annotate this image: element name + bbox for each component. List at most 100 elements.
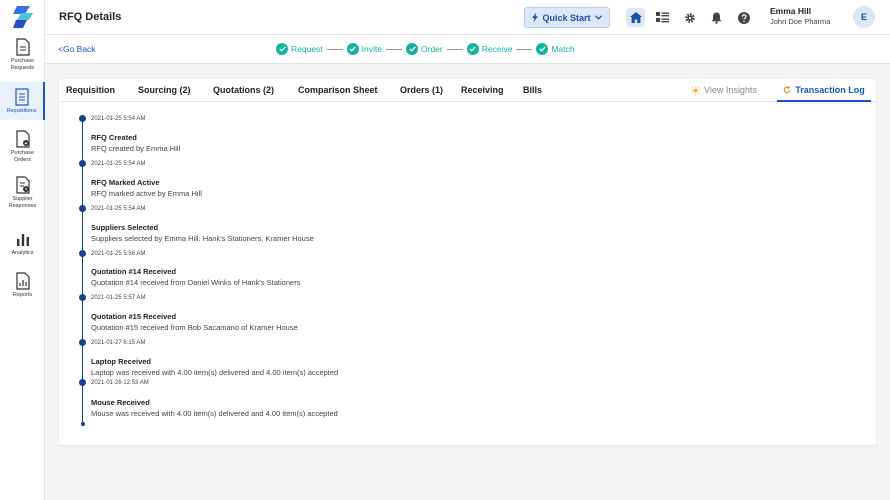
sidebar-item-label: Requisitions: [6, 108, 37, 114]
tab-bar: Requisition Sourcing (2) Quotations (2) …: [59, 79, 876, 102]
timeline-event-description: Mouse was received with 4.00 item(s) del…: [91, 409, 338, 418]
sidebar-item-purchase-requests[interactable]: Purchase Requests: [0, 38, 45, 74]
go-back-link[interactable]: <Go Back: [58, 44, 96, 54]
step-match: Match: [536, 43, 575, 55]
timeline-dot: [79, 250, 86, 257]
quick-start-button[interactable]: Quick Start: [524, 7, 610, 28]
check-circle-icon: [536, 43, 549, 55]
step-label: Receive: [481, 44, 513, 54]
tab-sourcing[interactable]: Sourcing (2): [138, 85, 191, 95]
step-invite: Invite: [346, 43, 382, 55]
sidebar-item-analytics[interactable]: Analytics: [0, 230, 45, 256]
task-list-button[interactable]: [653, 8, 672, 27]
timeline-dot: [79, 205, 86, 212]
timeline-timestamp: 2021-01-25 5:56 AM: [91, 251, 146, 257]
step-request: Request: [276, 43, 323, 55]
step-connector: [386, 48, 402, 50]
sidebar-item-purchase-orders[interactable]: Purchase Orders: [0, 130, 45, 166]
timeline-dot: [79, 160, 86, 167]
chevron-down-icon: [594, 15, 602, 20]
timeline-event-title: Mouse Received: [91, 398, 150, 407]
check-circle-icon: [406, 43, 418, 55]
check-circle-icon: [466, 43, 479, 55]
user-organization: John Doe Pharma: [770, 17, 831, 26]
timeline-event-description: Quotation #14 received from Daniel Winks…: [91, 278, 301, 287]
timeline-event-title: RFQ Marked Active: [91, 178, 160, 187]
step-order: Order: [406, 43, 443, 55]
timeline-end-dot: [80, 422, 85, 426]
step-label: Request: [291, 44, 323, 54]
timeline-event-title: Suppliers Selected: [91, 223, 159, 232]
help-icon: [737, 11, 750, 24]
check-circle-icon: [346, 43, 359, 55]
user-name: Emma Hill: [770, 6, 812, 16]
check-circle-icon: [276, 43, 288, 55]
home-button[interactable]: [626, 8, 645, 27]
timeline-timestamp: 2021-01-25 5:57 AM: [91, 295, 146, 301]
timeline-dot: [79, 294, 86, 301]
bar-chart-icon: [16, 234, 29, 246]
timeline-timestamp: 2021-01-25 5:54 AM: [91, 116, 146, 122]
step-connector: [326, 48, 343, 50]
document-clock-icon: [15, 176, 30, 194]
timeline-event-description: Suppliers selected by Emma Hill: Hank's …: [91, 234, 314, 243]
timeline-dot: [79, 115, 86, 122]
timeline-event-title: Laptop Received: [91, 357, 152, 366]
document-check-icon: [15, 130, 30, 148]
tab-bills[interactable]: Bills: [523, 85, 542, 95]
sidebar-item-label: Reports: [12, 292, 33, 298]
lightning-icon: [532, 13, 539, 22]
step-receive: Receive: [466, 43, 513, 55]
sidebar-item-label: Analytics: [11, 250, 34, 256]
report-icon: [15, 272, 30, 290]
tab-transaction-log[interactable]: Transaction Log: [777, 79, 871, 102]
step-label: Order: [421, 44, 443, 54]
tab-view-insights[interactable]: View Insights: [691, 85, 757, 95]
tab-label: View Insights: [704, 85, 757, 95]
app-logo-icon[interactable]: [13, 6, 33, 28]
tab-label: Transaction Log: [795, 84, 865, 95]
gear-icon: [684, 12, 695, 23]
tab-orders[interactable]: Orders (1): [400, 85, 443, 95]
tab-requisition[interactable]: Requisition: [66, 85, 115, 95]
timeline-event-title: Quotation #14 Received: [91, 267, 177, 276]
step-connector: [516, 48, 533, 50]
notifications-button[interactable]: [707, 8, 726, 27]
bell-icon: [711, 12, 722, 24]
help-button[interactable]: [734, 8, 753, 27]
sidebar: Purchase Requests Requisitions Purchase Or…: [0, 0, 45, 500]
timeline-timestamp: 2021-01-25 5:54 AM: [91, 161, 146, 167]
workflow-steps: Request Invite Order Receive Match: [276, 42, 575, 56]
tab-comparison-sheet[interactable]: Comparison Sheet: [298, 85, 378, 95]
timeline-timestamp: 2021-01-27 6:15 AM: [91, 340, 146, 346]
step-label: Match: [551, 44, 575, 54]
task-list-icon: [656, 12, 669, 23]
timeline-dot: [79, 379, 86, 386]
rfq-details-card: Requisition Sourcing (2) Quotations (2) …: [59, 79, 876, 445]
sidebar-item-requisitions[interactable]: Requisitions: [0, 82, 45, 120]
sidebar-item-label: Purchase Orders: [10, 150, 35, 163]
list-document-icon: [14, 88, 29, 106]
avatar[interactable]: E: [853, 6, 875, 28]
timeline-dot: [79, 339, 86, 346]
timeline-timestamp: 2021-01-26 12:53 AM: [91, 380, 149, 386]
timeline-event-description: Laptop was received with 4.00 item(s) de…: [91, 368, 339, 377]
timeline-event-title: RFQ Created: [91, 133, 137, 142]
sidebar-item-reports[interactable]: Reports: [0, 272, 45, 300]
step-connector: [446, 48, 463, 50]
timeline-event-title: Quotation #15 Received: [91, 312, 177, 321]
lightbulb-icon: [691, 85, 700, 95]
sidebar-item-supplier-responses[interactable]: Supplier Responses: [0, 176, 45, 212]
home-icon: [629, 12, 642, 23]
tab-receiving[interactable]: Receiving: [461, 85, 504, 95]
top-header: RFQ Details Quick Start Emma Hill John D…: [45, 0, 890, 35]
progress-bar: <Go Back Request Invite Order Receive Ma…: [45, 35, 890, 64]
settings-button[interactable]: [680, 8, 699, 27]
timeline-event-description: RFQ created by Emma Hill: [91, 144, 181, 153]
refresh-icon: [783, 85, 791, 93]
step-label: Invite: [361, 44, 382, 54]
tab-quotations[interactable]: Quotations (2): [213, 85, 274, 95]
sidebar-item-label: Supplier Responses: [8, 196, 37, 209]
page-title: RFQ Details: [59, 11, 122, 23]
quick-start-label: Quick Start: [542, 12, 591, 23]
